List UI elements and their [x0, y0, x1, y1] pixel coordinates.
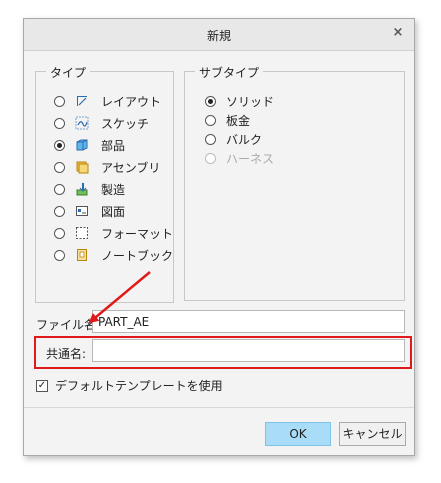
notebook-icon	[75, 248, 89, 262]
subtype-label-solid: ソリッド	[226, 94, 275, 109]
type-label-assembly: アセンブリ	[101, 160, 161, 175]
subtype-option-bulk[interactable]: バルク	[205, 130, 262, 148]
subtype-group-legend: サブタイプ	[195, 64, 264, 81]
radio-solid[interactable]	[205, 95, 216, 107]
type-option-manufacturing[interactable]: 製造	[54, 180, 125, 198]
radio-sketch[interactable]	[54, 117, 65, 129]
subtype-label-bulk: バルク	[226, 132, 263, 147]
type-option-sketch[interactable]: スケッチ	[54, 114, 149, 132]
radio-harness	[205, 152, 216, 164]
drawing-icon	[75, 204, 89, 218]
sketch-icon	[75, 116, 89, 130]
radio-drawing[interactable]	[54, 205, 65, 217]
cancel-button[interactable]: キャンセル	[339, 422, 406, 446]
filename-label: ファイル名:	[36, 318, 101, 332]
subtype-option-harness: ハーネス	[205, 149, 274, 167]
subtype-option-solid[interactable]: ソリッド	[205, 92, 274, 110]
manufacturing-icon	[75, 182, 89, 196]
common-name-label: 共通名:	[46, 347, 87, 361]
type-label-format: フォーマット	[101, 226, 174, 241]
subtype-group: サブタイプ ソリッド 板金 バルク ハーネス	[184, 64, 405, 301]
type-label-manufacturing: 製造	[101, 182, 126, 197]
radio-sheetmetal[interactable]	[205, 114, 216, 126]
type-group: タイプ レイアウト スケッチ 部品 アセンブリ 製造 図面 フォーマット ノート…	[35, 64, 174, 303]
default-template-option[interactable]: ✓ デフォルトテンプレートを使用	[36, 377, 223, 394]
assembly-icon	[75, 160, 89, 174]
type-label-drawing: 図面	[101, 204, 126, 219]
type-group-legend: タイプ	[46, 64, 91, 81]
type-option-format[interactable]: フォーマット	[54, 224, 173, 242]
dialog-title: 新規	[206, 29, 231, 43]
default-template-checkbox[interactable]: ✓	[36, 379, 48, 392]
type-option-assembly[interactable]: アセンブリ	[54, 158, 160, 176]
type-option-layout[interactable]: レイアウト	[54, 92, 161, 110]
radio-assembly[interactable]	[54, 161, 65, 173]
type-option-drawing[interactable]: 図面	[54, 202, 125, 220]
radio-layout[interactable]	[54, 95, 65, 107]
radio-manufacturing[interactable]	[54, 183, 65, 195]
subtype-label-sheetmetal: 板金	[226, 113, 251, 128]
radio-notebook[interactable]	[54, 249, 65, 261]
part-icon	[75, 138, 89, 152]
type-option-notebook[interactable]: ノートブック	[54, 246, 173, 264]
subtype-option-sheetmetal[interactable]: 板金	[205, 111, 250, 129]
layout-icon	[75, 94, 89, 108]
subtype-label-harness: ハーネス	[226, 151, 275, 166]
type-label-sketch: スケッチ	[101, 116, 150, 131]
radio-bulk[interactable]	[205, 133, 216, 145]
common-name-input[interactable]	[92, 339, 405, 362]
default-template-label: デフォルトテンプレートを使用	[55, 379, 223, 393]
format-icon	[75, 226, 89, 240]
footer-divider	[24, 407, 414, 408]
filename-input[interactable]	[92, 310, 405, 333]
close-icon[interactable]: ×	[390, 25, 406, 41]
type-label-notebook: ノートブック	[101, 248, 174, 263]
type-option-part[interactable]: 部品	[54, 136, 125, 154]
ok-button[interactable]: OK	[265, 422, 331, 446]
new-dialog: 新規 × タイプ レイアウト スケッチ 部品 アセンブリ 製造 図面 フォーマッ…	[23, 18, 415, 456]
type-label-layout: レイアウト	[101, 94, 162, 109]
type-label-part: 部品	[101, 138, 126, 153]
radio-format[interactable]	[54, 227, 65, 239]
radio-part[interactable]	[54, 139, 65, 151]
title-bar[interactable]: 新規 ×	[24, 19, 414, 51]
